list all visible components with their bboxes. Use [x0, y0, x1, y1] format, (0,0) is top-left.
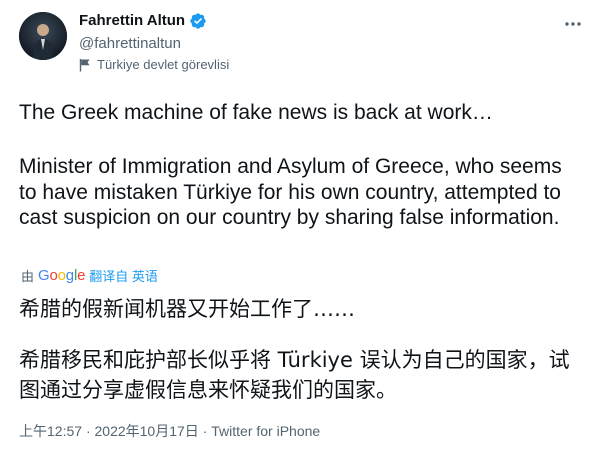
tweet-card: Fahrettin Altun @fahrettinaltun Türkiye …: [0, 0, 598, 453]
tweet-metadata: 上午12:57 · 2022年10月17日 · Twitter for iPho…: [19, 422, 320, 440]
google-logo: Google: [38, 267, 86, 284]
tweet-source: Twitter for iPhone: [211, 423, 321, 439]
display-name[interactable]: Fahrettin Altun: [79, 11, 185, 31]
account-label-text: Türkiye devlet görevlisi: [97, 57, 230, 72]
translation-paragraph-1: 希腊的假新闻机器又开始工作了……: [19, 297, 355, 321]
meta-separator: ·: [202, 423, 212, 439]
government-flag-icon: [79, 58, 91, 72]
translation-paragraph-2: 希腊移民和庇护部长似乎将 Türkiye 误认为自己的国家，试图通过分享虚假信息…: [19, 348, 570, 402]
handle[interactable]: @fahrettinaltun: [79, 34, 181, 54]
meta-separator: ·: [85, 423, 95, 439]
translation-attribution: 由 Google 翻译自 英语: [21, 266, 158, 285]
tweet-paragraph-1: The Greek machine of fake news is back a…: [19, 101, 493, 124]
author-name-row[interactable]: Fahrettin Altun: [79, 11, 207, 31]
avatar[interactable]: [19, 12, 67, 60]
tweet-paragraph-2: Minister of Immigration and Asylum of Gr…: [19, 155, 562, 229]
more-options-icon[interactable]: [560, 11, 586, 37]
tweet-date[interactable]: 2022年10月17日: [95, 423, 199, 439]
translate-source-link[interactable]: 翻译自 英语: [89, 266, 158, 285]
tweet-time[interactable]: 上午12:57: [19, 423, 82, 439]
translated-by-prefix: 由: [21, 269, 35, 284]
account-label[interactable]: Türkiye devlet görevlisi: [79, 56, 229, 74]
verified-badge-icon: [189, 12, 207, 30]
